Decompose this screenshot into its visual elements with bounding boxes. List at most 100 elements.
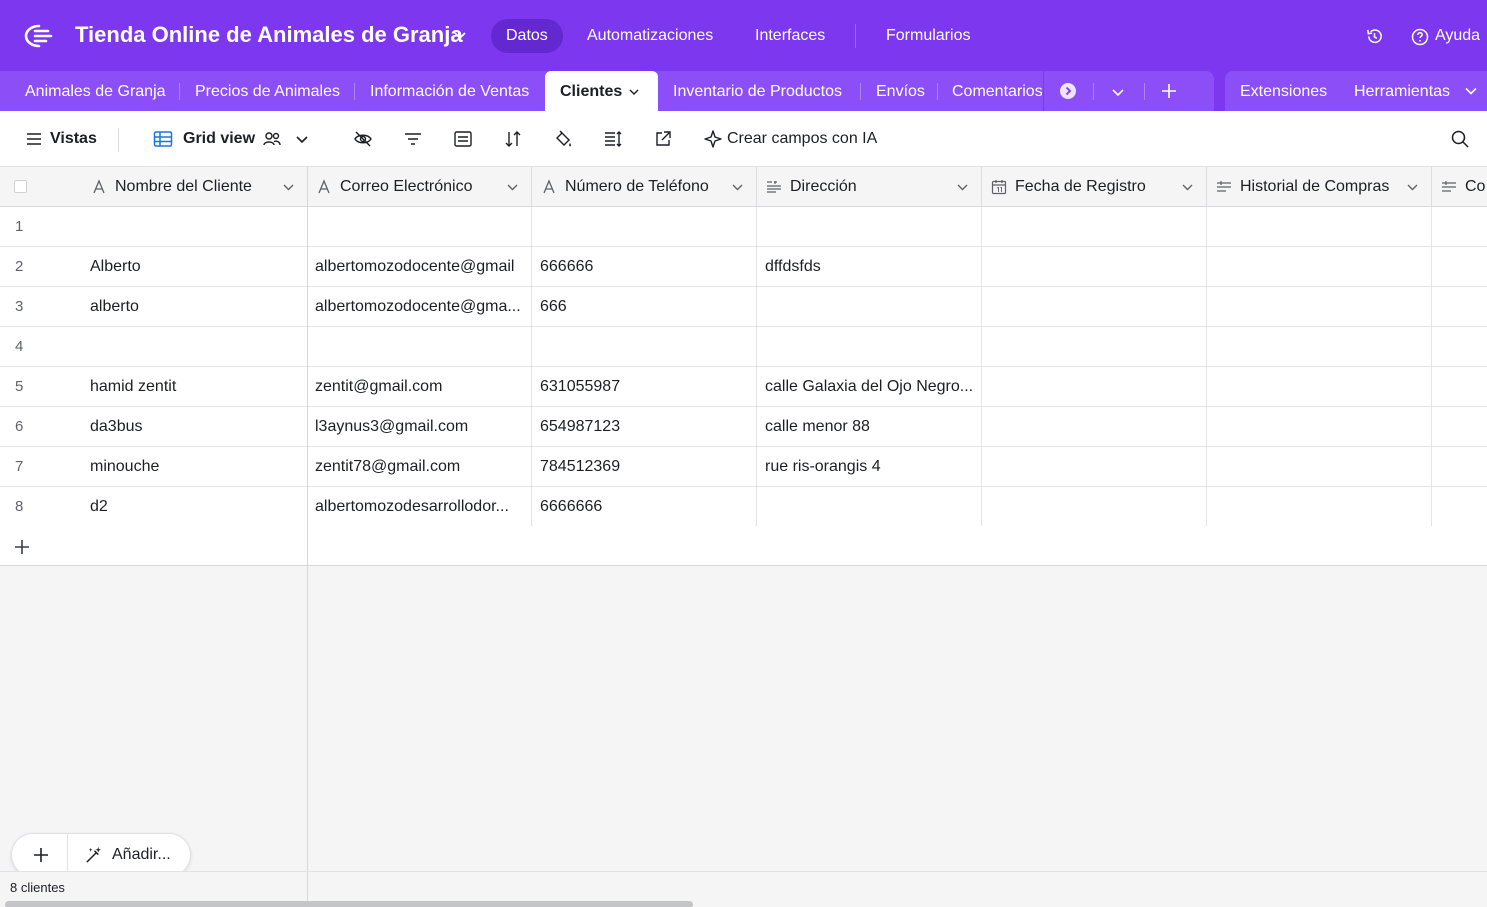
home-logo-icon[interactable]: [22, 22, 54, 50]
table-row[interactable]: 3 alberto albertomozodocente@gma... 666: [0, 287, 1487, 327]
table-cell[interactable]: [757, 327, 982, 367]
column-header[interactable]: Co: [1432, 167, 1487, 207]
scroll-tables-right-icon[interactable]: [1059, 82, 1077, 100]
chevron-down-icon[interactable]: [628, 86, 640, 98]
table-cell[interactable]: l3aynus3@gmail.com: [307, 407, 532, 447]
table-cell[interactable]: [1207, 327, 1432, 367]
table-cell[interactable]: 654987123: [532, 407, 757, 447]
table-cell[interactable]: d2: [82, 487, 308, 527]
color-icon[interactable]: [553, 129, 573, 149]
tab-inventario-de-productos[interactable]: Inventario de Productos: [673, 71, 842, 111]
table-cell[interactable]: dffdsfds: [757, 247, 982, 287]
table-cell[interactable]: 666666: [532, 247, 757, 287]
create-ai-fields-button[interactable]: Crear campos con IA: [727, 127, 877, 151]
tab-precios-de-animales[interactable]: Precios de Animales: [195, 71, 340, 111]
plus-icon[interactable]: [13, 538, 31, 556]
share-view-icon[interactable]: [653, 129, 673, 149]
chevron-down-icon[interactable]: [506, 181, 519, 194]
table-cell[interactable]: [1432, 327, 1487, 367]
table-cell[interactable]: [757, 207, 982, 247]
nav-automatizaciones[interactable]: Automatizaciones: [587, 19, 713, 53]
table-cell[interactable]: [982, 327, 1207, 367]
table-row[interactable]: 5 hamid zentit zentit@gmail.com 631055987 ca…: [0, 367, 1487, 407]
table-cell[interactable]: [1207, 487, 1432, 527]
table-cell[interactable]: [982, 407, 1207, 447]
chevron-down-icon[interactable]: [956, 181, 969, 194]
table-row[interactable]: 4: [0, 327, 1487, 367]
table-cell[interactable]: 631055987: [532, 367, 757, 407]
table-cell[interactable]: [1207, 247, 1432, 287]
tab-comentarios[interactable]: Comentarios: [952, 71, 1042, 111]
table-cell[interactable]: Alberto: [82, 247, 308, 287]
table-cell[interactable]: [1432, 287, 1487, 327]
table-row[interactable]: 1: [0, 207, 1487, 247]
nav-formularios[interactable]: Formularios: [886, 19, 970, 53]
column-header[interactable]: Correo Electrónico: [307, 167, 532, 207]
table-cell[interactable]: [82, 327, 308, 367]
table-cell[interactable]: [532, 207, 757, 247]
search-icon[interactable]: [1450, 129, 1470, 149]
select-all-checkbox[interactable]: [14, 180, 27, 193]
table-cell[interactable]: [982, 487, 1207, 527]
table-cell[interactable]: albertomozodesarrollodor...: [307, 487, 532, 527]
tab-animales-de-granja[interactable]: Animales de Granja: [25, 71, 166, 111]
table-cell[interactable]: 6666666: [532, 487, 757, 527]
table-cell[interactable]: [1432, 207, 1487, 247]
column-header[interactable]: Nombre del Cliente: [82, 167, 308, 207]
column-header[interactable]: Historial de Compras: [1207, 167, 1432, 207]
table-cell[interactable]: [982, 247, 1207, 287]
table-cell[interactable]: minouche: [82, 447, 308, 487]
column-header[interactable]: Fecha de Registro: [982, 167, 1207, 207]
nav-datos[interactable]: Datos: [491, 19, 563, 53]
table-cell[interactable]: [1432, 367, 1487, 407]
table-cell[interactable]: rue ris-orangis 4: [757, 447, 982, 487]
chevron-down-icon[interactable]: [1464, 84, 1478, 98]
menu-icon[interactable]: [25, 130, 43, 148]
filter-icon[interactable]: [403, 129, 423, 149]
table-cell[interactable]: 784512369: [532, 447, 757, 487]
row-height-icon[interactable]: [603, 129, 623, 149]
table-cell[interactable]: [307, 207, 532, 247]
table-cell[interactable]: [1207, 407, 1432, 447]
extensiones-button[interactable]: Extensiones: [1240, 71, 1327, 111]
chevron-down-icon[interactable]: [1110, 84, 1126, 100]
hide-fields-icon[interactable]: [353, 129, 373, 149]
table-cell[interactable]: [1432, 447, 1487, 487]
table-cell[interactable]: albertomozodocente@gma...: [307, 287, 532, 327]
table-row[interactable]: 6 da3bus l3aynus3@gmail.com 654987123 calle …: [0, 407, 1487, 447]
plus-icon[interactable]: [32, 846, 50, 864]
table-cell[interactable]: [1432, 487, 1487, 527]
table-cell[interactable]: da3bus: [82, 407, 308, 447]
view-name[interactable]: Grid view: [183, 127, 255, 151]
tab-informacion-de-ventas[interactable]: Información de Ventas: [370, 71, 529, 111]
table-cell[interactable]: [757, 287, 982, 327]
column-header[interactable]: Dirección: [757, 167, 982, 207]
horizontal-scrollbar[interactable]: [5, 901, 693, 907]
history-icon[interactable]: [1365, 27, 1384, 46]
table-cell[interactable]: [1207, 207, 1432, 247]
column-header[interactable]: Número de Teléfono: [532, 167, 757, 207]
add-record-row[interactable]: [0, 526, 1487, 566]
base-title[interactable]: Tienda Online de Animales de Granja: [75, 22, 463, 48]
table-row[interactable]: 7 minouche zentit78@gmail.com 784512369 rue …: [0, 447, 1487, 487]
table-cell[interactable]: [982, 207, 1207, 247]
table-cell[interactable]: calle menor 88: [757, 407, 982, 447]
chevron-down-icon[interactable]: [1181, 181, 1194, 194]
table-cell[interactable]: [982, 367, 1207, 407]
tab-clientes[interactable]: Clientes: [545, 71, 658, 112]
table-cell[interactable]: [757, 487, 982, 527]
table-cell[interactable]: [307, 327, 532, 367]
table-cell[interactable]: albertomozodocente@gmail: [307, 247, 532, 287]
chevron-down-icon[interactable]: [1406, 181, 1419, 194]
table-cell[interactable]: hamid zentit: [82, 367, 308, 407]
table-cell[interactable]: [1207, 287, 1432, 327]
help-icon[interactable]: [1411, 28, 1429, 46]
table-cell[interactable]: [1207, 367, 1432, 407]
add-table-icon[interactable]: [1160, 82, 1178, 100]
group-icon[interactable]: [453, 129, 473, 149]
chevron-down-icon[interactable]: [294, 131, 310, 147]
chevron-down-icon[interactable]: [282, 181, 295, 194]
table-cell[interactable]: 666: [532, 287, 757, 327]
chevron-down-icon[interactable]: [452, 29, 468, 43]
table-cell[interactable]: [1432, 247, 1487, 287]
